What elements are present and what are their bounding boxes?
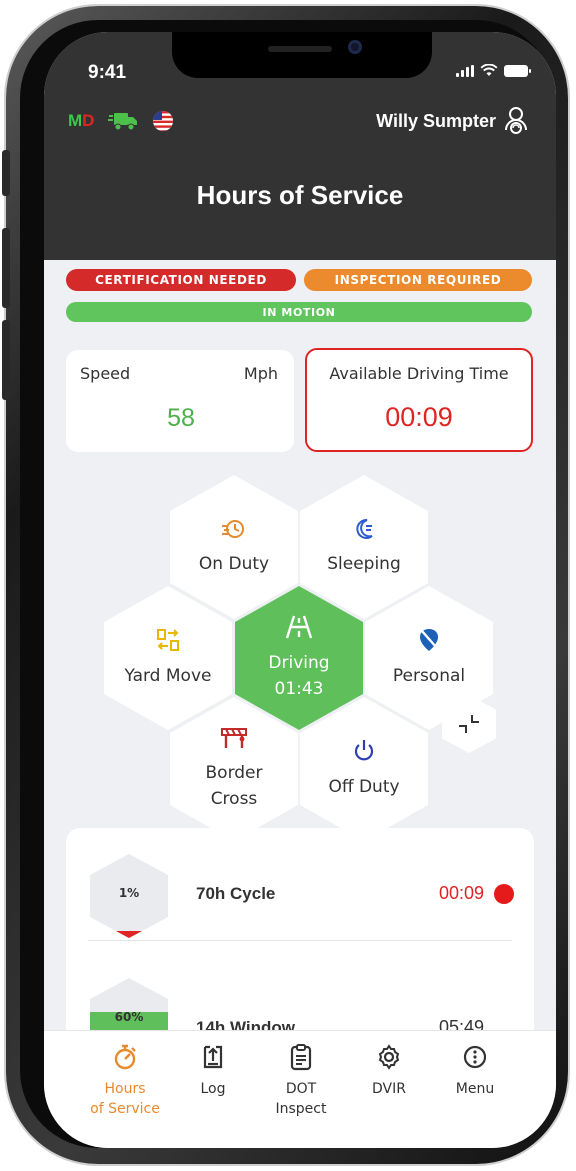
cycle-progress-hex: 1% [90, 854, 168, 938]
tab-label: Menu [455, 1081, 495, 1097]
in-motion-badge: IN MOTION [66, 302, 532, 322]
border-cross-label-line1: Border [205, 763, 263, 783]
off-duty-label: Off Duty [328, 777, 400, 797]
available-driving-time-card: Available Driving Time 00:09 [305, 348, 533, 452]
border-crossing-icon [221, 728, 247, 748]
truck-icon[interactable] [108, 111, 138, 131]
tab-dot-inspect[interactable]: DOT Inspect [256, 1043, 346, 1119]
status-bar-icons [456, 64, 531, 77]
yard-move-icon [157, 629, 179, 651]
cycle-percent: 1% [118, 886, 140, 900]
personal-conveyance-icon [420, 629, 438, 651]
cycle-summary-card: 1% 70h Cycle 00:09 60% 14h Window 05:49 [66, 828, 534, 1058]
tab-dvir[interactable]: DVIR [344, 1043, 434, 1099]
tab-label-line1: Hours [104, 1081, 146, 1097]
tab-label-line1: DOT [285, 1081, 317, 1097]
bottom-tab-bar: Hours of Service Log DOT Inspect DVIR Me… [44, 1030, 556, 1148]
mode-indicator[interactable]: MD [68, 111, 94, 131]
collapse-icon [459, 715, 479, 733]
cycle-progress-fill [90, 931, 168, 938]
window-percent: 60% [114, 1010, 144, 1024]
cycle-row-70h[interactable]: 1% 70h Cycle 00:09 [66, 828, 534, 938]
mode-prefix: M [68, 111, 83, 130]
tab-label-line2: of Service [90, 1101, 160, 1117]
phone-volume-up [2, 228, 10, 308]
certification-needed-badge[interactable]: CERTIFICATION NEEDED [66, 269, 296, 291]
clipboard-icon [290, 1044, 312, 1071]
yard-move-button[interactable]: Yard Move [104, 586, 232, 730]
user-account[interactable]: Willy Sumpter [376, 106, 528, 136]
wifi-icon [480, 64, 498, 76]
user-profile-icon [505, 107, 527, 134]
available-driving-value: 00:09 [385, 402, 453, 432]
upload-doc-icon [203, 1045, 223, 1069]
driving-label: Driving [268, 653, 330, 673]
mode-suffix: D [82, 111, 95, 130]
speed-value: 58 [167, 404, 195, 432]
cycle-name: 70h Cycle [196, 884, 276, 903]
info-dots-icon [463, 1045, 487, 1069]
alert-dot [494, 884, 514, 904]
yard-move-label: Yard Move [124, 666, 212, 686]
road-icon [285, 615, 313, 639]
on-duty-icon [222, 520, 244, 538]
gear-icon [378, 1044, 400, 1070]
speed-card: Speed Mph 58 [66, 350, 294, 452]
phone-side-button [2, 150, 10, 196]
sleeping-icon [356, 518, 373, 539]
available-driving-label: Available Driving Time [329, 364, 509, 383]
power-icon [354, 740, 374, 761]
status-bar-time: 9:41 [88, 62, 127, 83]
speaker-grille [268, 46, 332, 52]
page-title: Hours of Service [196, 180, 404, 210]
personal-label: Personal [392, 666, 466, 686]
row-divider [88, 940, 512, 941]
tab-label: Log [200, 1081, 226, 1097]
speed-unit: Mph [243, 364, 278, 383]
driving-time: 01:43 [274, 679, 324, 699]
header-status-row: MD [68, 110, 174, 132]
phone-volume-down [2, 320, 10, 400]
tab-hours-of-service[interactable]: Hours of Service [80, 1043, 170, 1119]
tab-label-line2: Inspect [275, 1101, 327, 1117]
cycle-time: 00:09 [438, 883, 484, 903]
app-header: 9:41 MD Willy Sumpter Hours of Service [44, 32, 556, 260]
border-cross-label-line2: Cross [210, 789, 258, 809]
us-flag-icon[interactable] [152, 110, 174, 132]
tab-label: DVIR [372, 1081, 406, 1097]
front-camera [348, 40, 362, 54]
signal-icon [456, 64, 474, 77]
sleeping-label: Sleeping [327, 554, 401, 574]
speed-label: Speed [80, 364, 131, 383]
tab-menu[interactable]: Menu [430, 1043, 520, 1099]
stopwatch-icon [114, 1044, 136, 1070]
user-name: Willy Sumpter [376, 110, 496, 131]
app-screen: 9:41 MD Willy Sumpter Hours of Service C… [44, 32, 556, 1148]
device-notch [172, 32, 432, 78]
battery-icon [504, 64, 531, 77]
on-duty-label: On Duty [198, 554, 270, 574]
inspection-required-badge[interactable]: INSPECTION REQUIRED [304, 269, 532, 291]
tab-log[interactable]: Log [168, 1043, 258, 1099]
